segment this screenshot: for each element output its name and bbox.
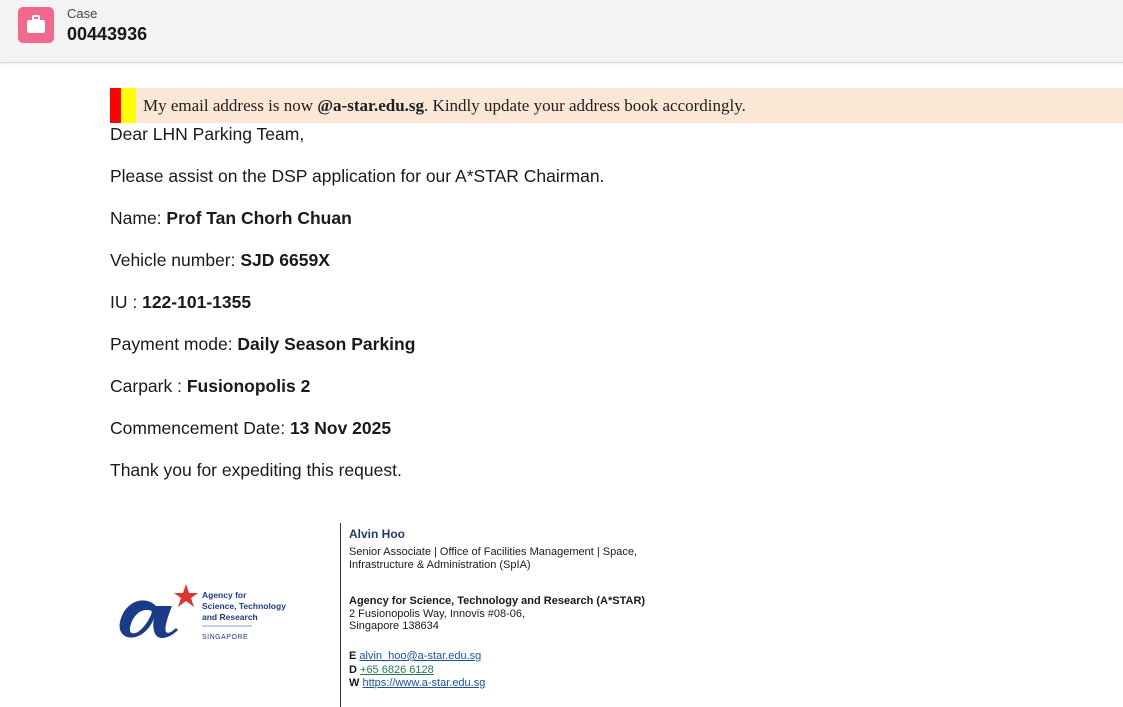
signature-phone-row: D +65 6826 6128	[349, 664, 434, 676]
case-label: Case	[67, 6, 98, 21]
email-change-banner: My email address is now @a-star.edu.sg. …	[110, 88, 1123, 123]
field-carpark: Carpark : Fusionopolis 2	[110, 376, 311, 396]
case-number: 00443936	[67, 24, 148, 44]
logo-line-3: and Research	[202, 612, 258, 622]
signature-web-row: W https://www.a-star.edu.sg	[349, 677, 486, 689]
astar-logo: Agency for Science, Technology and Resea…	[119, 584, 286, 641]
banner-text: My email address is now @a-star.edu.sg. …	[143, 96, 746, 115]
signature-name: Alvin Hoo	[349, 527, 405, 541]
banner-red-bar	[110, 88, 121, 123]
briefcase-icon	[18, 7, 54, 43]
email-closing: Thank you for expediting this request.	[110, 460, 402, 480]
logo-line-4: SINGAPORE	[202, 634, 248, 641]
signature-org: Agency for Science, Technology and Resea…	[349, 595, 646, 607]
email-greeting: Dear LHN Parking Team,	[110, 124, 305, 144]
logo-line-1: Agency for	[202, 590, 247, 600]
banner-domain: @a-star.edu.sg	[317, 96, 425, 115]
signature-phone-link[interactable]: +65 6826 6128	[360, 664, 434, 676]
case-header: Case 00443936	[0, 0, 1123, 63]
signature-email-row: E alvin_hoo@a-star.edu.sg	[349, 650, 482, 662]
field-iu: IU : 122-101-1355	[110, 292, 252, 312]
signature-email-link[interactable]: alvin_hoo@a-star.edu.sg	[359, 650, 481, 662]
field-vehicle-number: Vehicle number: SJD 6659X	[110, 250, 330, 270]
banner-yellow-bar	[121, 88, 136, 123]
signature-divider	[340, 523, 341, 707]
signature-title-line-2: Infrastructure & Administration (SpIA)	[349, 559, 531, 571]
email-intro: Please assist on the DSP application for…	[110, 166, 605, 186]
signature-web-link[interactable]: https://www.a-star.edu.sg	[362, 677, 485, 689]
signature-address-line-2: Singapore 138634	[349, 620, 439, 632]
field-payment-mode: Payment mode: Daily Season Parking	[110, 334, 416, 354]
field-name: Name: Prof Tan Chorh Chuan	[110, 208, 352, 228]
field-commencement-date: Commencement Date: 13 Nov 2025	[110, 418, 392, 438]
signature-title-line-1: Senior Associate | Office of Facilities …	[349, 546, 637, 558]
logo-line-2: Science, Technology	[202, 601, 286, 611]
